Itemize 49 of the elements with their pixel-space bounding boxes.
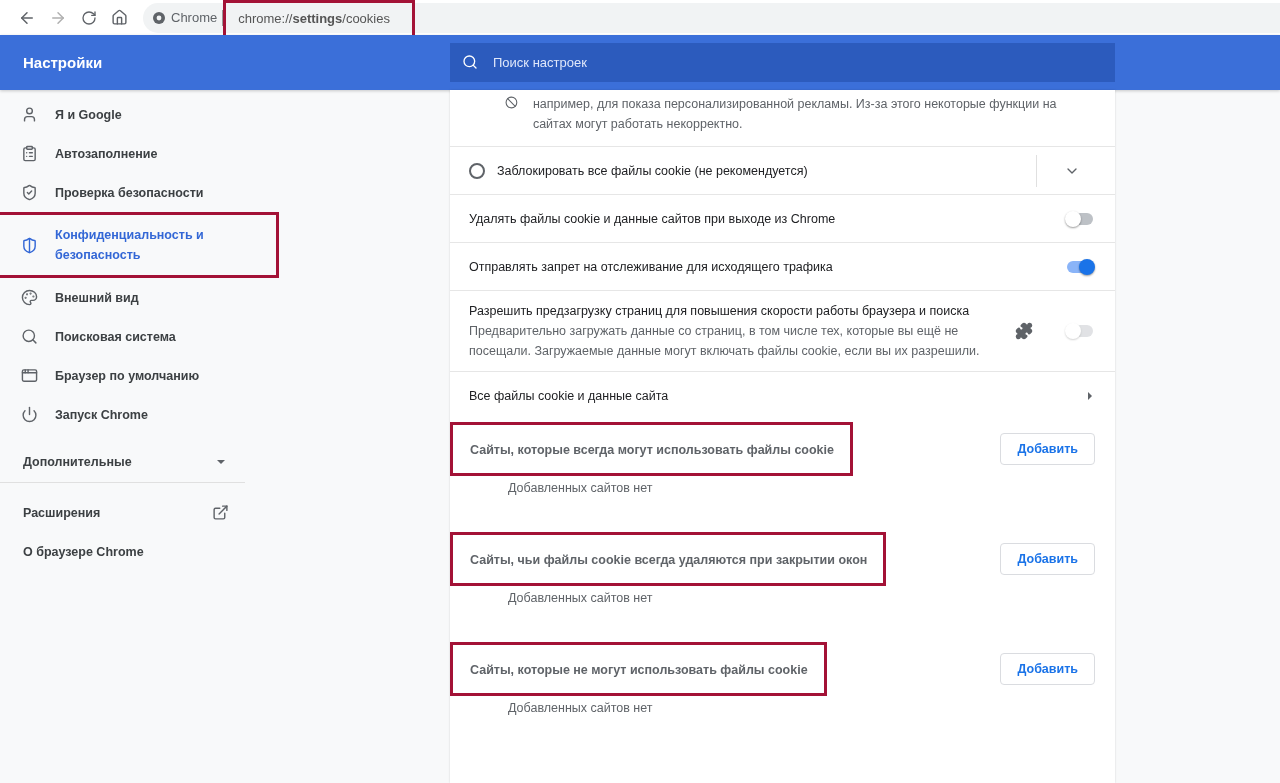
- setting-label: Отправлять запрет на отслеживание для исходящего трафика: [469, 258, 834, 276]
- all-cookies-row[interactable]: Все файлы cookie и данные сайта: [450, 372, 1115, 419]
- sidebar-item[interactable]: Запуск Chrome: [0, 395, 279, 434]
- section-title: Сайты, которые не могут использовать файлы cookie: [450, 642, 827, 696]
- clipboard-icon: [21, 145, 38, 162]
- add-button[interactable]: Добавить: [1000, 433, 1095, 465]
- browser-window-icon: [21, 367, 38, 384]
- empty-list-text: Добавленных сайтов нет: [507, 701, 653, 715]
- setting-label: Удалять файлы cookie и данные сайтов при выходе из Chrome: [469, 210, 837, 228]
- block-icon: [505, 94, 518, 111]
- section-title: Сайты, чьи файлы cookie всегда удаляются при закрытии окон: [450, 532, 887, 586]
- toggle-switch[interactable]: [1065, 258, 1095, 275]
- shield-check-icon: [21, 184, 38, 201]
- radio-button[interactable]: [469, 162, 485, 179]
- search-icon: [21, 328, 38, 345]
- sidebar-link[interactable]: Расширения: [0, 493, 245, 532]
- chrome-logo-icon: [153, 11, 165, 24]
- add-button[interactable]: Добавить: [1000, 653, 1095, 685]
- sidebar-item[interactable]: Конфиденциальность и безопасность: [0, 212, 279, 278]
- search-field[interactable]: Поиск настроек: [450, 43, 1115, 82]
- setting-label: Разрешить предзагрузку страниц для повышения скорости работы браузера и поиска: [469, 303, 971, 320]
- advanced-section[interactable]: Дополнительные: [0, 442, 245, 483]
- sidebar-item[interactable]: Поисковая система: [0, 317, 279, 356]
- sidebar-link[interactable]: О браузере Chrome: [0, 532, 245, 571]
- option-label: Заблокировать все файлы cookie (не рекомендуется): [497, 163, 809, 178]
- origin-label: Chrome: [171, 9, 224, 26]
- add-button[interactable]: Добавить: [1000, 543, 1095, 575]
- option-description: например, для показа персонализированной рекламы. Из-за этого некоторые функции на сайтах могут работать некорректно.: [532, 96, 1058, 133]
- settings-title: Настройки: [22, 54, 104, 71]
- palette-icon: [21, 289, 38, 306]
- address-bar[interactable]: Chrome chrome://settings/cookies: [143, 2, 1280, 33]
- sidebar-item[interactable]: Проверка безопасности: [0, 173, 279, 212]
- sidebar-item[interactable]: Браузер по умолчанию: [0, 356, 279, 395]
- setting-description: Предварительно загружать данные со страниц, в том числе тех, которые вы ещё не посещали. Загружаемые данные могут включать файлы cookie, если вы их разрешили.: [469, 323, 981, 360]
- search-icon: [462, 54, 478, 70]
- toggle-switch[interactable]: [1065, 210, 1095, 227]
- empty-list-text: Добавленных сайтов нет: [507, 481, 653, 495]
- sidebar-item[interactable]: Я и Google: [0, 95, 279, 134]
- section-title: Сайты, которые всегда могут использовать файлы cookie: [450, 422, 853, 476]
- empty-list-text: Добавленных сайтов нет: [507, 591, 653, 605]
- sidebar-item[interactable]: Автозаполнение: [0, 134, 279, 173]
- reload-icon: [80, 9, 97, 26]
- sidebar-item[interactable]: Внешний вид: [0, 278, 279, 317]
- power-icon: [21, 406, 38, 423]
- person-icon: [21, 106, 38, 123]
- shield-icon: [21, 236, 38, 254]
- home-icon: [111, 9, 128, 26]
- caret-right-icon: [1085, 390, 1095, 401]
- advanced-label: Дополнительные: [23, 455, 132, 469]
